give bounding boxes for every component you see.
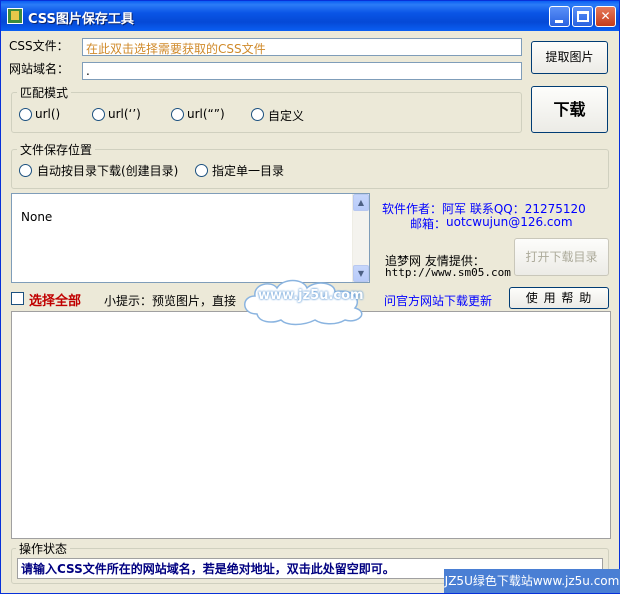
radio-auto-directory[interactable] xyxy=(19,164,32,177)
css-file-label: CSS文件： xyxy=(9,39,69,53)
radio-url-double-quote[interactable] xyxy=(171,108,184,121)
match-mode-group xyxy=(11,92,522,133)
radio-url-double-quote-label: url(“”) xyxy=(187,107,225,121)
download-button[interactable]: 下载 xyxy=(531,86,608,133)
title-bar[interactable]: CSS图片保存工具 ✕ xyxy=(1,1,619,31)
email-link[interactable]: uotcwujun@126.com xyxy=(446,215,573,229)
radio-single-directory[interactable] xyxy=(195,164,208,177)
scroll-up-arrow-icon[interactable]: ▲ xyxy=(353,194,369,211)
select-all-label: 选择全部 xyxy=(29,294,82,309)
minimize-icon xyxy=(555,20,563,23)
select-all-checkbox[interactable] xyxy=(11,292,24,305)
preview-textarea[interactable]: None ▲ ▼ xyxy=(11,193,370,283)
radio-url-plain[interactable] xyxy=(19,108,32,121)
close-button[interactable]: ✕ xyxy=(595,6,616,27)
radio-custom[interactable] xyxy=(251,108,264,121)
window-title: CSS图片保存工具 xyxy=(28,12,134,27)
maximize-button[interactable] xyxy=(572,6,593,27)
app-icon xyxy=(7,8,23,24)
preview-scrollbar[interactable]: ▲ ▼ xyxy=(352,194,369,282)
image-list[interactable] xyxy=(11,311,611,539)
radio-url-single-quote[interactable] xyxy=(92,108,105,121)
preview-content: None xyxy=(21,210,53,224)
open-download-dir-button[interactable]: 打开下载目录 xyxy=(514,238,609,276)
domain-input[interactable]: . xyxy=(82,62,522,80)
radio-url-plain-label: url() xyxy=(35,107,61,121)
save-location-title: 文件保存位置 xyxy=(17,141,96,158)
match-mode-title: 匹配模式 xyxy=(17,84,72,101)
radio-auto-directory-label: 自动按目录下载(创建目录) xyxy=(37,164,179,178)
email-label: 邮箱： xyxy=(410,217,447,231)
tip-text: 小提示：预览图片，直接 xyxy=(104,294,237,308)
help-button[interactable]: 使 用 帮 助 xyxy=(509,287,609,309)
app-window: CSS图片保存工具 ✕ CSS文件： 在此双击选择需要获取的CSS文件 网站域名… xyxy=(0,0,620,594)
radio-url-single-quote-label: url(‘’) xyxy=(108,107,141,121)
radio-single-directory-label: 指定单一目录 xyxy=(212,164,285,178)
fetch-images-button[interactable]: 提取图片 xyxy=(531,41,608,74)
cloud-text: www.jz5u.com xyxy=(258,288,364,303)
update-link[interactable]: 问官方网站下载更新 xyxy=(384,292,492,309)
site-url[interactable]: http://www.sm05.com xyxy=(385,266,511,279)
maximize-icon xyxy=(577,11,589,22)
css-file-input[interactable]: 在此双击选择需要获取的CSS文件 xyxy=(82,38,522,56)
close-icon: ✕ xyxy=(600,9,611,23)
status-title: 操作状态 xyxy=(16,540,71,557)
radio-custom-label: 自定义 xyxy=(268,109,305,123)
watermark-cloud: www.jz5u.com xyxy=(237,276,377,326)
site-watermark: JZ5U绿色下载站www.jz5u.com xyxy=(444,569,620,593)
domain-label: 网站域名： xyxy=(9,62,70,76)
minimize-button[interactable] xyxy=(549,6,570,27)
